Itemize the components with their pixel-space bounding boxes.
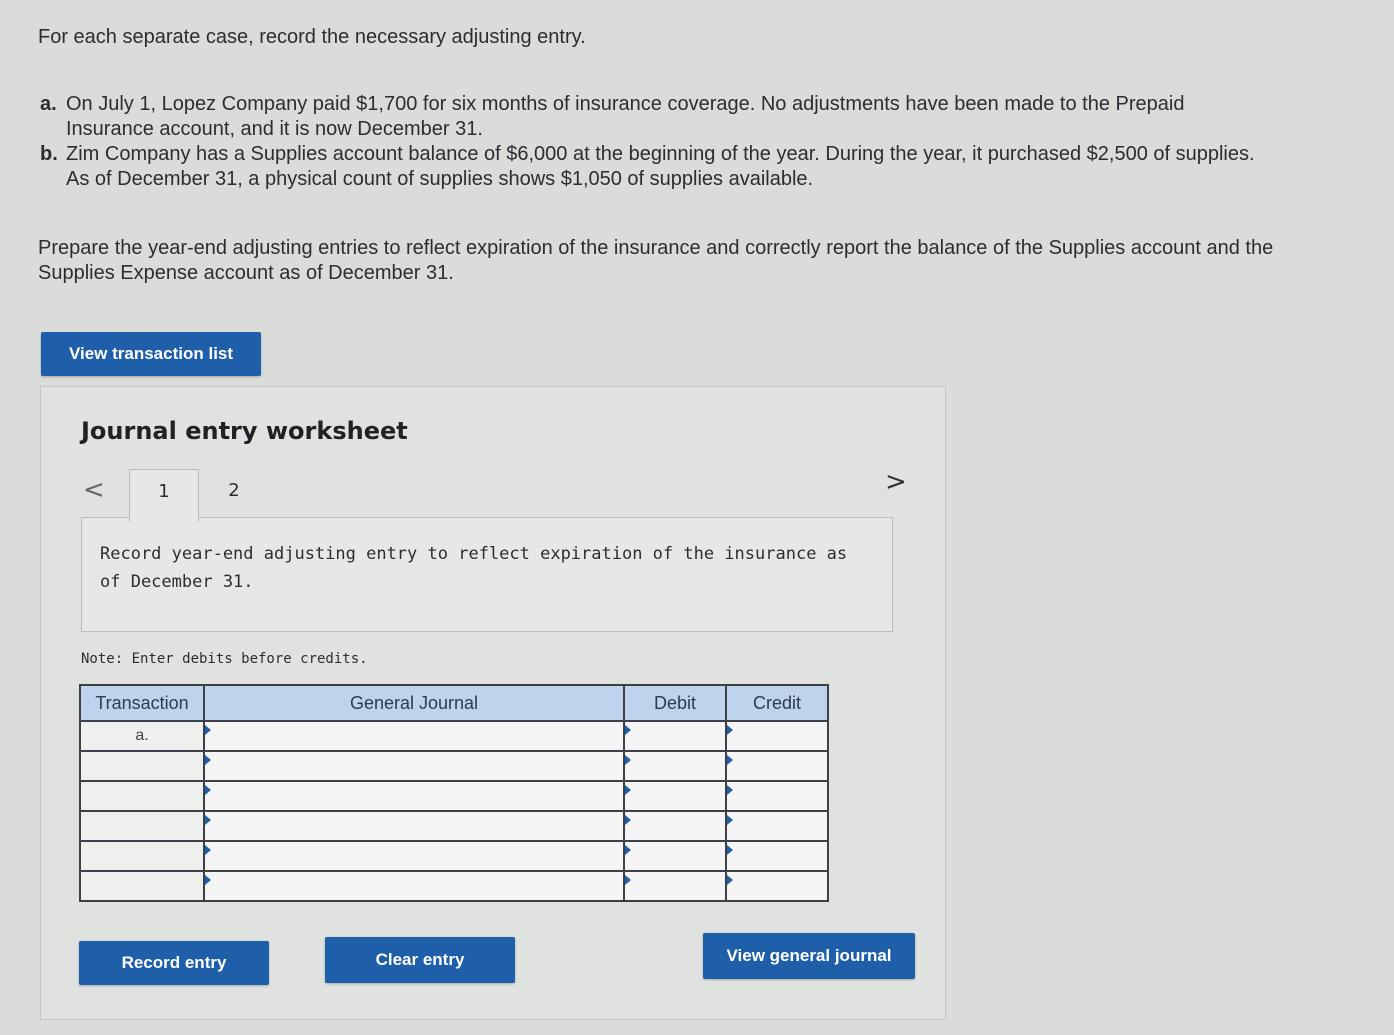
debit-input[interactable] <box>623 780 727 812</box>
chevron-left-icon[interactable]: < <box>83 475 105 505</box>
header-debit: Debit <box>623 684 727 722</box>
general-journal-input[interactable] <box>203 840 625 872</box>
credit-input[interactable] <box>725 720 829 752</box>
transaction-cell: a. <box>79 720 205 752</box>
general-journal-input[interactable] <box>203 780 625 812</box>
transaction-cell <box>79 810 205 842</box>
debit-input[interactable] <box>623 840 727 872</box>
worksheet-title: Journal entry worksheet <box>81 417 408 445</box>
table-row <box>79 750 829 782</box>
general-journal-input[interactable] <box>203 810 625 842</box>
general-journal-input[interactable] <box>203 750 625 782</box>
view-transaction-list-button[interactable]: View transaction list <box>41 332 261 376</box>
debit-input[interactable] <box>623 720 727 752</box>
intro-text: For each separate case, record the neces… <box>38 26 586 48</box>
tab-2[interactable]: 2 <box>217 469 251 513</box>
case-item-b: b. Zim Company has a Supplies account ba… <box>40 142 1270 192</box>
case-item-a: a. On July 1, Lopez Company paid $1,700 … <box>40 92 1270 142</box>
general-journal-input[interactable] <box>203 720 625 752</box>
case-text: Zim Company has a Supplies account balan… <box>66 143 1255 190</box>
header-general-journal: General Journal <box>203 684 625 722</box>
debit-input[interactable] <box>623 810 727 842</box>
record-entry-button[interactable]: Record entry <box>79 941 269 985</box>
debit-input[interactable] <box>623 750 727 782</box>
general-journal-input[interactable] <box>203 870 625 902</box>
prepare-instructions: Prepare the year-end adjusting entries t… <box>38 237 1274 284</box>
credit-input[interactable] <box>725 780 829 812</box>
tab-1[interactable]: 1 <box>129 469 199 522</box>
transaction-cell <box>79 750 205 782</box>
case-text: On July 1, Lopez Company paid $1,700 for… <box>66 93 1185 140</box>
credit-input[interactable] <box>725 840 829 872</box>
entry-note: Note: Enter debits before credits. <box>81 651 368 667</box>
transaction-cell <box>79 780 205 812</box>
credit-input[interactable] <box>725 870 829 902</box>
header-transaction: Transaction <box>79 684 205 722</box>
header-credit: Credit <box>725 684 829 722</box>
credit-input[interactable] <box>725 750 829 782</box>
view-general-journal-button[interactable]: View general journal <box>703 933 915 979</box>
transaction-cell <box>79 840 205 872</box>
clear-entry-button[interactable]: Clear entry <box>325 937 515 983</box>
table-row <box>79 870 829 902</box>
case-list: a. On July 1, Lopez Company paid $1,700 … <box>40 92 1270 192</box>
table-row <box>79 780 829 812</box>
entry-instruction: Record year-end adjusting entry to refle… <box>81 517 893 632</box>
table-row: a. <box>79 720 829 752</box>
general-journal-table: Transaction General Journal Debit Credit… <box>79 684 829 902</box>
debit-input[interactable] <box>623 870 727 902</box>
table-row <box>79 840 829 872</box>
transaction-cell <box>79 870 205 902</box>
case-letter: a. <box>40 93 57 115</box>
credit-input[interactable] <box>725 810 829 842</box>
chevron-right-icon[interactable]: > <box>885 467 907 497</box>
journal-entry-worksheet: Journal entry worksheet < 1 2 > Record y… <box>40 386 946 1020</box>
table-row <box>79 810 829 842</box>
case-letter: b. <box>40 143 58 165</box>
table-header-row: Transaction General Journal Debit Credit <box>79 684 829 722</box>
